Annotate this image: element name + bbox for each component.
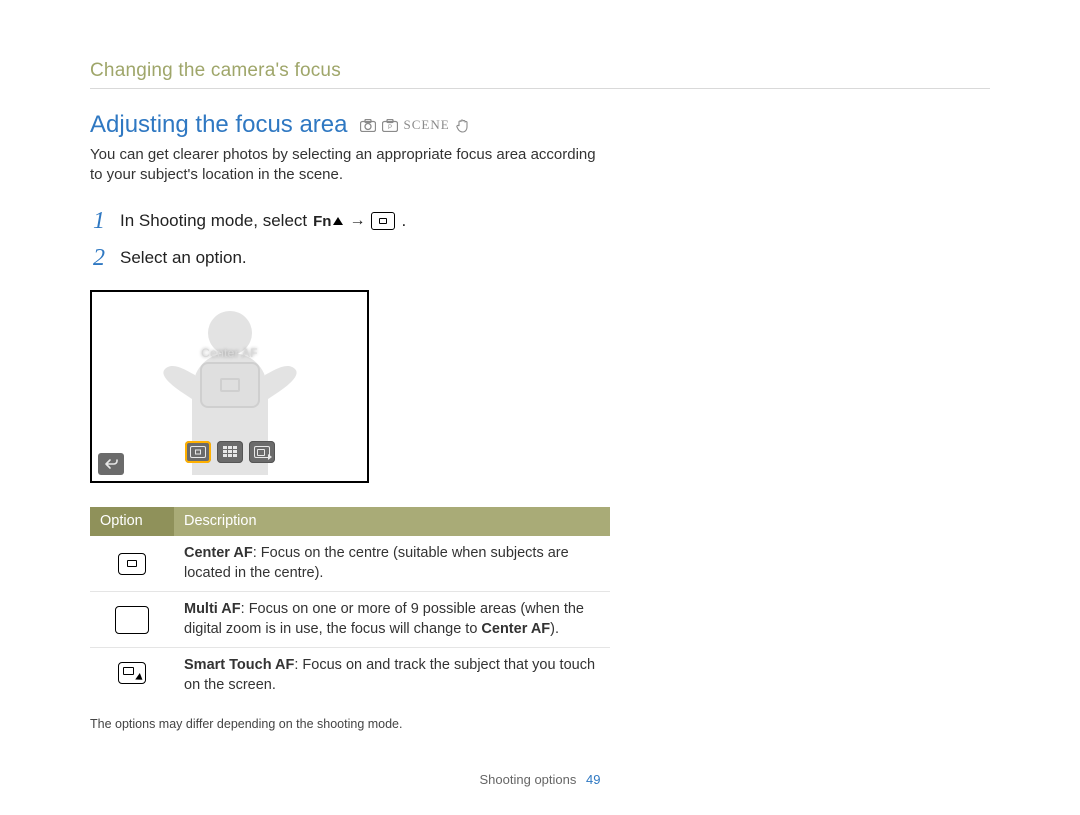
step-number: 1 bbox=[90, 208, 108, 235]
fn-up-icon: Fn bbox=[313, 213, 343, 230]
option-name: Multi AF bbox=[184, 601, 241, 617]
table-row: Multi AF: Focus on one or more of 9 poss… bbox=[90, 592, 610, 648]
center-af-large-icon bbox=[200, 362, 260, 408]
table-header-description: Description bbox=[174, 507, 610, 537]
back-button[interactable] bbox=[98, 453, 124, 475]
center-af-icon bbox=[118, 553, 146, 575]
option-description-cell: Multi AF: Focus on one or more of 9 poss… bbox=[174, 592, 610, 648]
multi-af-icon bbox=[115, 606, 149, 634]
option-desc: ). bbox=[550, 621, 559, 637]
table-header-option: Option bbox=[90, 507, 174, 537]
step-1: 1 In Shooting mode, select Fn → . bbox=[90, 208, 610, 235]
smart-touch-af-icon bbox=[118, 662, 146, 684]
arrow-icon: → bbox=[349, 212, 365, 230]
table-row: Center AF: Focus on the centre (suitable… bbox=[90, 536, 610, 592]
step-text-fragment: In Shooting mode, select bbox=[120, 211, 307, 231]
heading-row: Adjusting the focus area P SCENE bbox=[90, 111, 610, 139]
camera-screen-illustration: Center AF bbox=[90, 290, 369, 483]
option-name: Smart Touch AF bbox=[184, 657, 294, 673]
step-text-fragment: . bbox=[401, 211, 406, 231]
page-number: 49 bbox=[586, 772, 600, 787]
footnote: The options may differ depending on the … bbox=[90, 717, 610, 731]
option-icon-cell bbox=[90, 592, 174, 648]
selected-option-preview: Center AF bbox=[200, 346, 260, 408]
camera-auto-icon bbox=[360, 119, 376, 132]
svg-text:P: P bbox=[387, 125, 391, 131]
selected-option-label: Center AF bbox=[200, 346, 260, 360]
manual-page: Changing the camera's focus Adjusting th… bbox=[0, 0, 1080, 815]
content-column: Adjusting the focus area P SCENE You can… bbox=[90, 111, 610, 731]
divider bbox=[90, 88, 990, 89]
options-table: Option Description Center AF: Focus on t… bbox=[90, 507, 610, 704]
breadcrumb: Changing the camera's focus bbox=[90, 60, 990, 82]
step-text: In Shooting mode, select Fn → . bbox=[120, 211, 406, 231]
option-icon-cell bbox=[90, 648, 174, 704]
focus-area-icon bbox=[371, 212, 395, 230]
option-desc-bold: Center AF bbox=[481, 621, 550, 637]
fn-label: Fn bbox=[313, 213, 331, 230]
option-description-cell: Center AF: Focus on the centre (suitable… bbox=[174, 536, 610, 592]
camera-p-icon: P bbox=[382, 119, 398, 132]
step-2: 2 Select an option. bbox=[90, 245, 610, 272]
table-row: Smart Touch AF: Focus on and track the s… bbox=[90, 648, 610, 704]
option-icon-cell bbox=[90, 536, 174, 592]
page-title: Adjusting the focus area bbox=[90, 111, 348, 139]
step-list: 1 In Shooting mode, select Fn → . 2 Sele… bbox=[90, 208, 610, 272]
focus-option-row bbox=[185, 441, 275, 463]
mode-icons: P SCENE bbox=[360, 117, 470, 133]
page-footer: Shooting options 49 bbox=[0, 772, 1080, 787]
option-center-af[interactable] bbox=[185, 441, 211, 463]
option-description-cell: Smart Touch AF: Focus on and track the s… bbox=[174, 648, 610, 704]
intro-text: You can get clearer photos by selecting … bbox=[90, 145, 610, 186]
step-text: Select an option. bbox=[120, 248, 247, 268]
option-smart-touch-af[interactable] bbox=[249, 441, 275, 463]
hand-icon bbox=[456, 118, 470, 133]
scene-mode-label: SCENE bbox=[404, 117, 450, 133]
option-multi-af[interactable] bbox=[217, 441, 243, 463]
step-number: 2 bbox=[90, 245, 108, 272]
option-name: Center AF bbox=[184, 545, 253, 561]
footer-section: Shooting options bbox=[480, 772, 577, 787]
